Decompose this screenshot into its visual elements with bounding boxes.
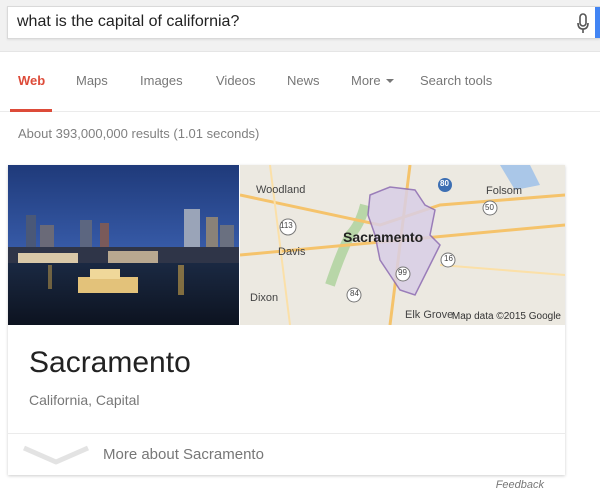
map-label-folsom: Folsom <box>486 185 523 197</box>
highway-shield-80: 80 <box>440 179 449 188</box>
highway-shield-84: 84 <box>350 289 359 298</box>
search-box-accent <box>595 7 600 38</box>
tab-web[interactable]: Web <box>18 73 45 88</box>
tab-more[interactable]: More <box>351 73 394 88</box>
chevron-down-icon <box>22 445 90 465</box>
more-about-label: More about Sacramento <box>103 446 264 463</box>
city-photo[interactable] <box>8 165 239 325</box>
entity-subtitle: California, Capital <box>29 392 140 408</box>
search-input[interactable]: what is the capital of california? <box>17 13 239 31</box>
tab-news[interactable]: News <box>287 73 320 88</box>
search-tabs: Web Maps Images Videos News More Search … <box>0 52 600 112</box>
tab-more-label: More <box>351 73 381 88</box>
map-thumbnail[interactable]: Woodland Folsom Sacramento Davis Dixon E… <box>240 165 565 325</box>
tab-images[interactable]: Images <box>140 73 183 88</box>
highway-shield-16: 16 <box>444 254 453 263</box>
knowledge-card: Woodland Folsom Sacramento Davis Dixon E… <box>8 165 565 475</box>
highway-shield-99: 99 <box>398 268 407 277</box>
map-label-sacramento: Sacramento <box>343 229 424 245</box>
map-label-davis: Davis <box>278 246 306 258</box>
result-stats: About 393,000,000 results (1.01 seconds) <box>18 126 260 141</box>
tab-search-tools[interactable]: Search tools <box>420 73 492 88</box>
active-tab-indicator <box>10 109 52 112</box>
more-about-button[interactable]: More about Sacramento <box>8 434 565 475</box>
chevron-down-icon <box>385 78 394 83</box>
map-label-elk-grove: Elk Grove <box>405 309 454 321</box>
microphone-icon[interactable] <box>576 13 590 35</box>
map-label-woodland: Woodland <box>256 184 306 196</box>
search-box[interactable]: what is the capital of california? <box>7 6 600 39</box>
map-credit: Map data ©2015 Google <box>451 311 561 322</box>
entity-title: Sacramento <box>29 346 191 379</box>
top-bar: what is the capital of california? <box>0 0 600 52</box>
feedback-link[interactable]: Feedback <box>496 479 544 491</box>
tab-videos[interactable]: Videos <box>216 73 256 88</box>
highway-shield-113: 113 <box>280 221 293 230</box>
map-label-dixon: Dixon <box>250 292 279 304</box>
tab-maps[interactable]: Maps <box>76 73 108 88</box>
highway-shield-50: 50 <box>485 203 494 212</box>
